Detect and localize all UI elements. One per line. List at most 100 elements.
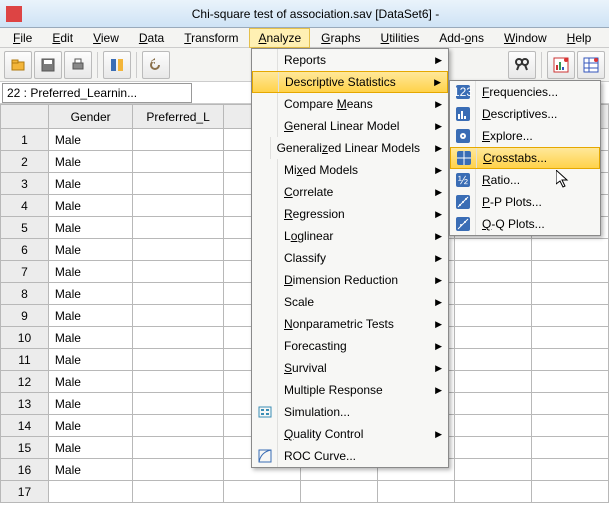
menu-item-quality-control[interactable]: Quality Control▶ — [252, 423, 448, 445]
cell-preferred[interactable] — [133, 261, 224, 283]
cell-empty[interactable] — [454, 415, 531, 437]
row-header[interactable]: 17 — [1, 481, 49, 503]
find-button[interactable] — [508, 51, 536, 79]
cell-preferred[interactable] — [133, 305, 224, 327]
menu-add-ons[interactable]: Add-ons — [430, 28, 493, 48]
cell-empty[interactable] — [531, 481, 608, 503]
submenu-item-q-q-plots-[interactable]: Q-Q Plots... — [450, 213, 600, 235]
row-header[interactable]: 5 — [1, 217, 49, 239]
cell-preferred[interactable] — [133, 371, 224, 393]
row-header[interactable]: 8 — [1, 283, 49, 305]
cell-preferred[interactable] — [133, 151, 224, 173]
menu-help[interactable]: Help — [558, 28, 601, 48]
cell-gender[interactable]: Male — [48, 349, 132, 371]
row-header[interactable]: 13 — [1, 393, 49, 415]
row-header[interactable]: 11 — [1, 349, 49, 371]
menu-item-mixed-models[interactable]: Mixed Models▶ — [252, 159, 448, 181]
cell-preferred[interactable] — [133, 415, 224, 437]
menu-graphs[interactable]: Graphs — [312, 28, 369, 48]
row-header[interactable]: 15 — [1, 437, 49, 459]
menu-window[interactable]: Window — [495, 28, 556, 48]
cell-preferred[interactable] — [133, 459, 224, 481]
cell-empty[interactable] — [531, 261, 608, 283]
row-header[interactable]: 6 — [1, 239, 49, 261]
menu-item-survival[interactable]: Survival▶ — [252, 357, 448, 379]
row-header[interactable]: 2 — [1, 151, 49, 173]
cell-empty[interactable] — [454, 261, 531, 283]
submenu-item-frequencies-[interactable]: 123Frequencies... — [450, 81, 600, 103]
menu-item-classify[interactable]: Classify▶ — [252, 247, 448, 269]
menu-item-forecasting[interactable]: Forecasting▶ — [252, 335, 448, 357]
submenu-item-crosstabs-[interactable]: Crosstabs... — [450, 147, 600, 169]
cell-preferred[interactable] — [133, 217, 224, 239]
cell-gender[interactable]: Male — [48, 459, 132, 481]
menu-item-multiple-response[interactable]: Multiple Response▶ — [252, 379, 448, 401]
cell-gender[interactable]: Male — [48, 217, 132, 239]
menu-item-scale[interactable]: Scale▶ — [252, 291, 448, 313]
menu-item-correlate[interactable]: Correlate▶ — [252, 181, 448, 203]
menu-item-nonparametric-tests[interactable]: Nonparametric Tests▶ — [252, 313, 448, 335]
row-header[interactable]: 10 — [1, 327, 49, 349]
submenu-item-descriptives-[interactable]: Descriptives... — [450, 103, 600, 125]
open-button[interactable] — [4, 51, 32, 79]
menu-item-compare-means[interactable]: Compare Means▶ — [252, 93, 448, 115]
cell-empty[interactable] — [377, 481, 454, 503]
submenu-item-explore-[interactable]: Explore... — [450, 125, 600, 147]
menu-transform[interactable]: Transform — [175, 28, 247, 48]
cell-preferred[interactable] — [133, 327, 224, 349]
cell-preferred[interactable] — [133, 283, 224, 305]
cell-gender[interactable]: Male — [48, 415, 132, 437]
cell-gender[interactable]: Male — [48, 327, 132, 349]
menu-analyze[interactable]: Analyze — [249, 28, 310, 48]
row-header[interactable]: 4 — [1, 195, 49, 217]
row-header[interactable]: 16 — [1, 459, 49, 481]
cell-gender[interactable]: Male — [48, 173, 132, 195]
cell-gender[interactable] — [48, 481, 132, 503]
cell-empty[interactable] — [454, 437, 531, 459]
row-header[interactable]: 14 — [1, 415, 49, 437]
cell-empty[interactable] — [454, 459, 531, 481]
chart-builder-button[interactable] — [547, 51, 575, 79]
cell-empty[interactable] — [531, 415, 608, 437]
cell-empty[interactable] — [531, 239, 608, 261]
cell-preferred[interactable] — [133, 239, 224, 261]
row-header[interactable]: 12 — [1, 371, 49, 393]
row-header[interactable]: 7 — [1, 261, 49, 283]
cell-empty[interactable] — [454, 239, 531, 261]
column-header-preferred[interactable]: Preferred_L — [133, 105, 224, 129]
cell-preferred[interactable] — [133, 437, 224, 459]
row-header[interactable]: 9 — [1, 305, 49, 327]
cell-gender[interactable]: Male — [48, 151, 132, 173]
menu-item-regression[interactable]: Regression▶ — [252, 203, 448, 225]
menu-item-descriptive-statistics[interactable]: Descriptive Statistics▶ — [252, 71, 448, 93]
cell-empty[interactable] — [531, 393, 608, 415]
cell-empty[interactable] — [454, 349, 531, 371]
row-header[interactable]: 1 — [1, 129, 49, 151]
cell-empty[interactable] — [531, 327, 608, 349]
menu-data[interactable]: Data — [130, 28, 173, 48]
menu-item-general-linear-model[interactable]: General Linear Model▶ — [252, 115, 448, 137]
cell-empty[interactable] — [531, 371, 608, 393]
cell-gender[interactable]: Male — [48, 261, 132, 283]
submenu-item-p-p-plots-[interactable]: P-P Plots... — [450, 191, 600, 213]
cell-empty[interactable] — [454, 283, 531, 305]
cell-empty[interactable] — [454, 393, 531, 415]
cell-empty[interactable] — [531, 349, 608, 371]
menu-item-reports[interactable]: Reports▶ — [252, 49, 448, 71]
menu-edit[interactable]: Edit — [43, 28, 82, 48]
cell-preferred[interactable] — [133, 173, 224, 195]
menu-utilities[interactable]: Utilities — [372, 28, 429, 48]
cell-empty[interactable] — [223, 481, 300, 503]
menu-view[interactable]: View — [84, 28, 128, 48]
cell-empty[interactable] — [531, 283, 608, 305]
menu-file[interactable]: File — [4, 28, 41, 48]
cell-empty[interactable] — [531, 305, 608, 327]
cell-empty[interactable] — [454, 481, 531, 503]
row-header[interactable]: 3 — [1, 173, 49, 195]
cell-preferred[interactable] — [133, 129, 224, 151]
cell-preferred[interactable] — [133, 481, 224, 503]
cell-empty[interactable] — [454, 371, 531, 393]
cell-gender[interactable]: Male — [48, 283, 132, 305]
cell-reference-box[interactable]: 22 : Preferred_Learnin... — [2, 83, 192, 103]
menu-item-roc-curve-[interactable]: ROC Curve... — [252, 445, 448, 467]
